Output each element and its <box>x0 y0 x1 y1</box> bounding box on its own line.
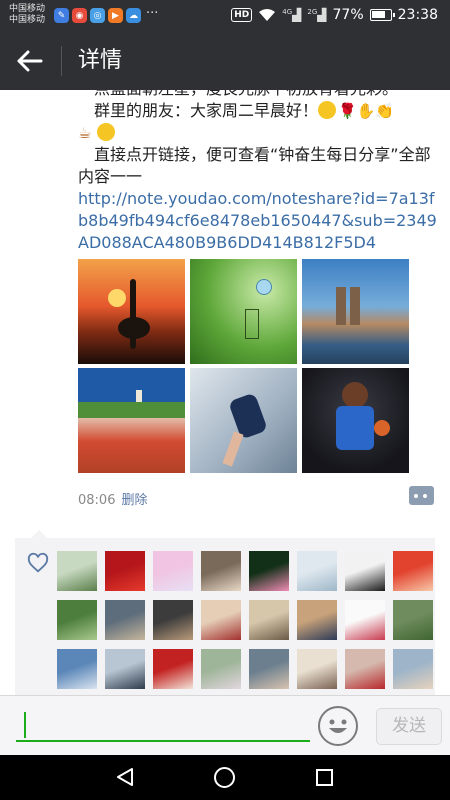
photo-basketball[interactable] <box>302 368 409 473</box>
rose-emoji-icon: 🌹 <box>338 102 357 120</box>
page-title: 详情 <box>78 48 123 73</box>
nav-back-icon[interactable] <box>116 767 134 787</box>
liker-avatar[interactable] <box>345 551 385 591</box>
nav-recent-apps-icon[interactable] <box>316 769 333 786</box>
battery-icon <box>369 9 395 21</box>
post-time: 08:06 <box>78 493 116 508</box>
liker-avatar[interactable] <box>201 551 241 591</box>
liker-avatar[interactable] <box>393 551 433 591</box>
video-app-icon: ▶ <box>108 8 123 23</box>
system-nav-bar <box>0 755 450 800</box>
liker-avatar[interactable] <box>249 649 289 689</box>
hd-voice-icon: HD <box>231 8 253 22</box>
greeting-text: 群里的朋友：大家周二早晨好！ <box>94 101 319 120</box>
liker-avatar[interactable] <box>297 551 337 591</box>
signal-2-icon: 2G▟ <box>307 8 327 22</box>
liker-avatar[interactable] <box>105 649 145 689</box>
photo-grid <box>78 259 410 473</box>
liker-avatar[interactable] <box>57 600 97 640</box>
send-button[interactable]: 发送 <box>376 708 442 745</box>
status-bar: 中国移动 中国移动 ✎ ◉ ◎ ▶ ☁ ··· HD 4G▟ 2G▟ 77% 2… <box>0 0 450 32</box>
post-text-line-2: ☕ <box>78 122 438 144</box>
photo-village[interactable] <box>78 368 185 473</box>
wifi-icon <box>259 9 276 21</box>
photo-volleyball[interactable] <box>190 368 297 473</box>
liker-avatar[interactable] <box>345 600 385 640</box>
comment-input-bar: 发送 <box>0 695 450 755</box>
clap-emoji-icon: 👏 <box>375 102 395 120</box>
post-text-line-3: 直接点开链接，便可查看“钟奋生每日分享”全部内容一一 <box>78 145 431 186</box>
signal-1-icon: 4G▟ <box>282 8 302 22</box>
coffee-emoji-icon: ☕ <box>78 124 92 142</box>
tower-shape <box>336 287 346 325</box>
clock: 23:38 <box>397 7 438 23</box>
liker-avatar[interactable] <box>393 649 433 689</box>
post-text-line-cut: 点蓝面朝左星，度良光脉下初放背着光彩。 <box>78 90 438 100</box>
photo-crane-sunset[interactable] <box>78 259 185 364</box>
smiley-icon <box>329 719 347 733</box>
delete-link[interactable]: 删除 <box>121 493 147 508</box>
liker-avatar[interactable] <box>345 649 385 689</box>
battery-percent: 77% <box>332 7 364 23</box>
heart-icon <box>27 552 49 573</box>
liker-avatar[interactable] <box>153 649 193 689</box>
liker-avatar[interactable] <box>201 649 241 689</box>
more-notifications-icon: ··· <box>146 6 159 21</box>
carrier-labels: 中国移动 中国移动 <box>9 4 45 26</box>
app-notification-icon: ✎ <box>54 8 69 23</box>
liker-avatar[interactable] <box>201 600 241 640</box>
battery-fill <box>371 11 385 18</box>
notification-icons: ✎ ◉ ◎ ▶ ☁ <box>54 8 141 23</box>
browser-icon: ◎ <box>90 8 105 23</box>
comment-button[interactable] <box>409 486 434 505</box>
back-arrow-icon <box>17 50 43 72</box>
liker-avatar[interactable] <box>297 649 337 689</box>
title-divider <box>61 46 62 76</box>
thumbs-up-emoji-icon <box>96 123 115 141</box>
likes-panel <box>15 530 435 695</box>
post-text: 点蓝面朝左星，度良光脉下初放背着光彩。 群里的朋友：大家周二早晨好！🌹✋👏 ☕ … <box>78 90 438 254</box>
liker-avatar[interactable] <box>249 551 289 591</box>
carrier-2: 中国移动 <box>9 15 46 25</box>
liker-avatar[interactable] <box>393 600 433 640</box>
photo-leaf-droplet[interactable] <box>190 259 297 364</box>
cloud-app-icon: ☁ <box>126 8 141 23</box>
handshake-emoji-icon: ✋ <box>356 102 376 120</box>
note-link[interactable]: http://note.youdao.com/noteshare?id=7a13… <box>78 188 438 254</box>
liker-avatar[interactable] <box>249 600 289 640</box>
nav-home-icon[interactable] <box>214 767 235 788</box>
liker-avatar[interactable] <box>105 600 145 640</box>
back-button[interactable] <box>10 42 50 80</box>
droplet-shape <box>256 279 272 295</box>
sun-shape <box>108 289 126 307</box>
jersey-shape <box>336 406 374 450</box>
post-text-line-1: 群里的朋友：大家周二早晨好！ 🌹✋👏 <box>78 100 438 122</box>
liker-avatar[interactable] <box>57 551 97 591</box>
liker-avatar[interactable] <box>153 551 193 591</box>
liker-avatar[interactable] <box>105 551 145 591</box>
liker-avatar[interactable] <box>297 600 337 640</box>
carrier-1: 中国移动 <box>9 4 46 14</box>
title-bar: 详情 <box>0 32 450 90</box>
post-detail: 点蓝面朝左星，度良光脉下初放背着光彩。 群里的朋友：大家周二早晨好！🌹✋👏 ☕ … <box>0 90 450 695</box>
comment-input[interactable] <box>16 712 310 742</box>
text-caret <box>24 712 26 738</box>
weibo-icon: ◉ <box>72 8 87 23</box>
smile-emoji-icon <box>318 101 337 119</box>
ball-shape <box>374 420 390 436</box>
photo-cathedral[interactable] <box>302 259 409 364</box>
post-meta: 08:06 删除 <box>78 489 147 508</box>
liker-avatar[interactable] <box>57 649 97 689</box>
liker-avatar[interactable] <box>153 600 193 640</box>
emoji-button[interactable] <box>318 706 358 746</box>
